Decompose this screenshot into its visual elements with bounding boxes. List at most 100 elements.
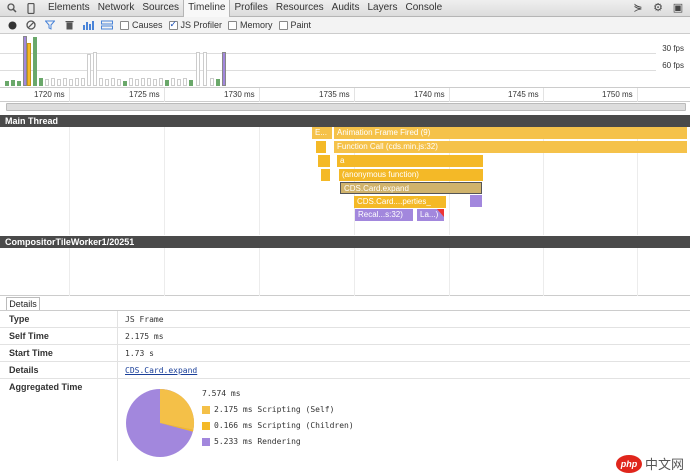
causes-checkbox-box[interactable]	[120, 20, 129, 30]
details-row-self-time: Self Time 2.175 ms	[0, 328, 690, 345]
settings-gear-icon[interactable]: ⚙	[650, 1, 666, 14]
flame-cds-card-perties[interactable]: CDS.Card....perties_	[354, 196, 446, 208]
flame-animation-frame[interactable]: Animation Frame Fired (9)	[334, 127, 687, 139]
frame-bar[interactable]	[210, 78, 214, 86]
fps-30-line	[0, 53, 656, 54]
clear-icon[interactable]	[24, 18, 38, 32]
ruler-tick-line	[637, 88, 638, 102]
tab-layers[interactable]: Layers	[363, 0, 401, 17]
ruler-tick-line	[164, 88, 165, 102]
frame-bar[interactable]	[177, 79, 181, 86]
memory-checkbox[interactable]: Memory	[228, 20, 273, 30]
frame-bar[interactable]	[57, 79, 61, 86]
frame-bar[interactable]	[196, 52, 200, 86]
legend-rendering: 5.233 ms Rendering	[202, 437, 301, 446]
filter-icon[interactable]	[43, 18, 57, 32]
frame-bar[interactable]	[117, 79, 121, 86]
legend-swatch	[202, 405, 210, 414]
frame-bar[interactable]	[17, 81, 21, 86]
time-ruler[interactable]: 1720 ms 1725 ms 1730 ms 1735 ms 1740 ms …	[0, 88, 690, 102]
frame-bar[interactable]	[99, 78, 103, 86]
flame-chart-icon[interactable]	[81, 18, 95, 32]
frame-bar[interactable]	[216, 79, 220, 86]
paint-checkbox[interactable]: Paint	[278, 20, 311, 30]
frame-bar[interactable]	[5, 81, 9, 86]
flame-recalc-style[interactable]: Recal...s:32)	[355, 209, 413, 221]
frame-bar[interactable]	[171, 78, 175, 86]
js-profiler-checkbox-box[interactable]	[168, 19, 178, 30]
frame-bar[interactable]	[27, 43, 31, 86]
summary-view-icon[interactable]	[100, 18, 114, 32]
flame-anonymous-function[interactable]: (anonymous function)	[339, 169, 483, 181]
frame-bar[interactable]	[33, 37, 37, 86]
memory-checkbox-box[interactable]	[228, 20, 238, 30]
details-source-link[interactable]: CDS.Card.expand	[125, 366, 197, 375]
frame-bar[interactable]	[93, 52, 97, 86]
trash-icon[interactable]	[62, 18, 76, 32]
flame-event[interactable]	[318, 155, 330, 167]
frame-bar[interactable]	[81, 78, 85, 86]
ruler-tick-line	[354, 88, 355, 102]
flame-event[interactable]	[321, 169, 330, 181]
tab-elements[interactable]: Elements	[44, 0, 94, 17]
tab-console[interactable]: Console	[401, 0, 446, 17]
frame-bar[interactable]	[105, 79, 109, 86]
frame-bar[interactable]	[11, 80, 15, 86]
frame-bar[interactable]	[75, 78, 79, 86]
frame-bar[interactable]	[153, 79, 157, 86]
frame-bar[interactable]	[123, 81, 127, 86]
tab-profiles[interactable]: Profiles	[230, 0, 271, 17]
flame-function-call[interactable]: Function Call (cds.min.js:32)	[334, 141, 687, 153]
frame-bar[interactable]	[165, 80, 169, 86]
legend-label: 0.166 ms Scripting (Children)	[214, 421, 354, 430]
frame-bar[interactable]	[203, 52, 207, 86]
compositor-thread-header[interactable]: CompositorTileWorker1/20251	[0, 236, 690, 248]
tab-timeline[interactable]: Timeline	[183, 0, 231, 17]
causes-checkbox[interactable]: Causes	[120, 20, 163, 30]
frame-bar[interactable]	[87, 54, 91, 86]
frame-bar[interactable]	[63, 78, 67, 86]
frame-bar[interactable]	[129, 78, 133, 86]
grid-line	[637, 248, 638, 296]
memory-checkbox-label: Memory	[240, 20, 273, 30]
flame-event-e[interactable]: E...	[312, 127, 332, 139]
legend-swatch	[202, 421, 210, 430]
flame-cds-card-expand-selected[interactable]: CDS.Card.expand	[340, 182, 482, 194]
dock-side-icon[interactable]: ▣	[670, 1, 686, 14]
timeline-toolbar: Causes JS Profiler Memory Paint	[0, 17, 690, 34]
frame-bar[interactable]	[51, 78, 55, 86]
flame-event[interactable]	[316, 141, 326, 153]
grid-line	[543, 248, 544, 296]
device-mode-icon[interactable]	[24, 1, 38, 15]
frame-bar[interactable]	[147, 78, 151, 86]
grid-line	[259, 127, 260, 235]
tab-details[interactable]: Details	[6, 297, 40, 310]
main-thread-header[interactable]: Main Thread	[0, 115, 690, 127]
flame-event[interactable]	[470, 195, 482, 207]
show-drawer-icon[interactable]: ⋟	[630, 1, 646, 14]
frame-bar[interactable]	[189, 80, 193, 86]
flame-a[interactable]: a	[337, 155, 483, 167]
frame-bar[interactable]	[45, 79, 49, 86]
frame-bar[interactable]	[159, 78, 163, 86]
frame-bar[interactable]	[183, 78, 187, 86]
record-icon[interactable]	[5, 18, 19, 32]
tab-sources[interactable]: Sources	[138, 0, 183, 17]
js-profiler-checkbox[interactable]: JS Profiler	[168, 19, 222, 30]
frame-bar[interactable]	[135, 79, 139, 86]
tab-audits[interactable]: Audits	[328, 0, 364, 17]
paint-checkbox-box[interactable]	[278, 20, 288, 30]
frame-bar[interactable]	[141, 78, 145, 86]
frame-bar[interactable]	[39, 78, 43, 86]
search-icon[interactable]	[5, 1, 19, 15]
details-key: Self Time	[9, 331, 49, 341]
details-row-aggregated-time: Aggregated Time	[0, 379, 690, 461]
tab-resources[interactable]: Resources	[272, 0, 328, 17]
frame-bar[interactable]	[69, 79, 73, 86]
frame-bar[interactable]	[111, 78, 115, 86]
tab-network[interactable]: Network	[94, 0, 139, 17]
frame-bar[interactable]	[222, 52, 226, 86]
details-row-details: Details CDS.Card.expand	[0, 362, 690, 379]
frames-overview[interactable]: 30 fps 60 fps	[0, 35, 690, 88]
timeline-scrollbar[interactable]	[6, 103, 686, 111]
